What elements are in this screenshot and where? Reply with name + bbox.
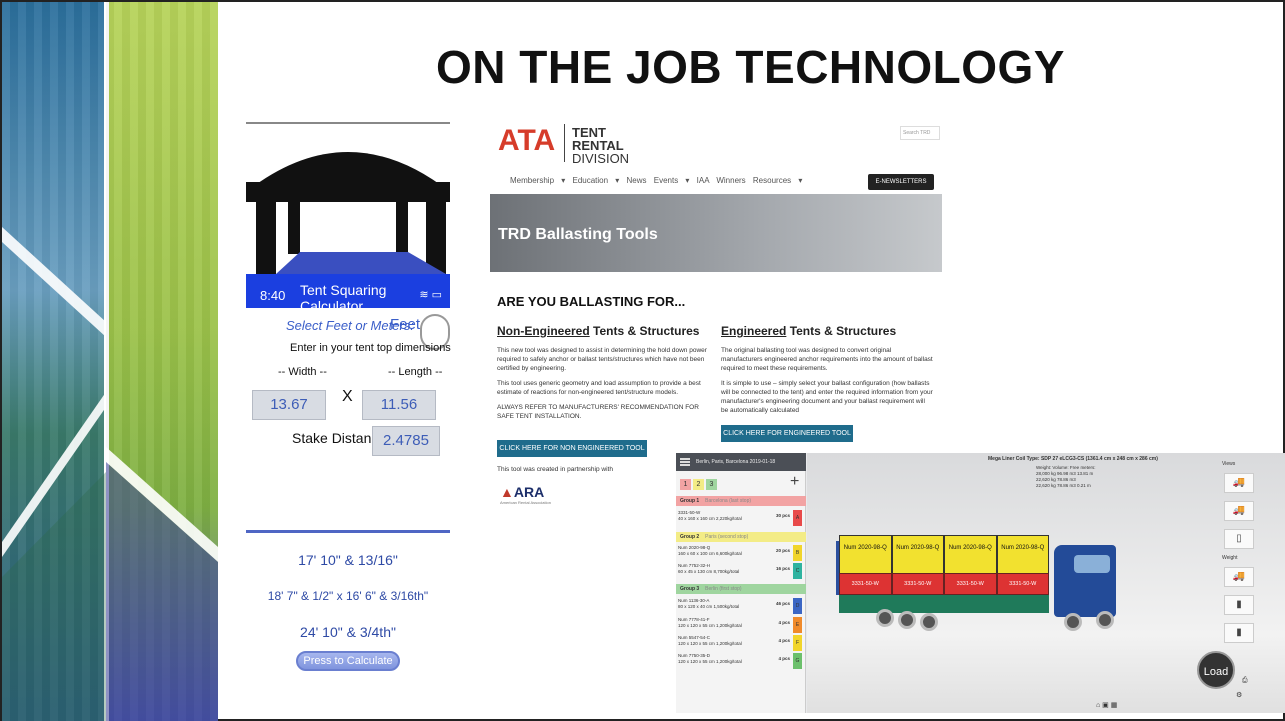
section-heading: Engineered Tents & Structures [721,324,897,338]
result-line: 24' 10" & 3/4th" [300,624,396,640]
list-item[interactable]: Num 5547-54-C 120 x 120 x 55 cm 1,200kg/t… [678,635,802,651]
times-symbol: X [342,388,353,405]
view-toolbar-icons[interactable]: ⌂ ▣ ▦ [1096,701,1117,709]
cargo-label: Num 2020-98-Q [996,535,1049,575]
paragraph: It is simple to use – simply select your… [721,380,933,414]
stake-distance-value: 2.4785 [372,426,440,456]
list-item[interactable]: Num 1136-30-A 80 x 120 x 40 cm 1,500kg/to… [678,598,802,614]
ballasting-question: ARE YOU BALLASTING FOR... [497,294,686,309]
wheel [1096,611,1114,629]
cargo-list-panel: Berlin, Paris, Barcelona 2019-01-18 1 2 … [676,453,806,713]
divider [246,530,450,533]
phone-status-bar: 8:40 Tent Squaring Calculator ≋ ▭ [246,274,450,314]
tent-icon [246,122,450,274]
list-item[interactable]: Num 2020-98-Q 160 x 60 x 100 cm 6,600kg/t… [678,545,802,561]
result-line: 18' 7" & 1/2" x 16' 6" & 3/16th" [267,589,429,603]
cargo-label: 3331-50-W [839,573,892,595]
instruction-text: Enter in your tent top dimensions [290,342,451,354]
list-item[interactable]: Num 7750-35-D 120 x 120 x 55 cm 1,200kg/t… [678,653,802,669]
cargo-label: 3331-50-W [996,573,1049,595]
group-header[interactable]: Group 3 Berlin (first stop) [676,584,806,594]
load-planner-app: Berlin, Paris, Barcelona 2019-01-18 1 2 … [676,453,1285,713]
ara-triangle-icon: ▲ [500,484,514,500]
cargo-label: 3331-50-W [944,573,997,595]
logo-divider [564,124,565,162]
settings-icon[interactable]: ⚙ [1236,691,1242,699]
partner-text: This tool was created in partnership wit… [497,466,613,473]
wheel [898,611,916,629]
group-header[interactable]: Group 2 Paris (second stop) [676,532,806,542]
cargo-label: 3331-50-W [891,573,944,595]
calculate-button[interactable]: Press to Calculate [296,651,400,671]
width-input[interactable]: 13.67 [252,390,326,420]
engineered-section: Engineered Tents & Structures The origin… [721,324,933,421]
list-item[interactable]: Num 7752-32-H 60 x 45 x 130 cm 8,700kg/to… [678,563,802,579]
list-item[interactable]: 3331-50-W 40 x 160 x 160 cm 2,220kg/total… [678,510,802,526]
list-item[interactable]: Num 7778-41-F 120 x 120 x 55 cm 1,200kg/t… [678,617,802,633]
hero-title: TRD Ballasting Tools [498,226,658,243]
add-icon[interactable]: + [790,473,799,491]
views-label: Views [1222,461,1236,467]
search-input[interactable]: Search TRD [900,126,940,140]
truck-side-view-icon[interactable]: 🚚 [1224,501,1254,521]
cargo-label: Num 2020-98-Q [891,535,944,575]
cargo-label: Num 2020-98-Q [839,535,892,575]
clock: 8:40 [260,288,286,303]
menu-icon[interactable] [680,458,690,466]
tent-squaring-calculator: 8:40 Tent Squaring Calculator ≋ ▭ Select… [246,122,451,682]
tab-2[interactable]: 2 [693,479,704,490]
truck-cab [1054,545,1116,617]
windshield [1074,555,1110,573]
load-stats: Weight: Volume: Free meters: 28,000 kg 9… [1036,465,1096,488]
wheel [1064,613,1082,631]
weight-truck-icon[interactable]: 🚚 [1224,567,1254,587]
unit-value: Feet [390,316,421,333]
wheel [876,609,894,627]
non-engineered-tool-button[interactable]: CLICK HERE FOR NON ENGINEERED TOOL [497,440,647,457]
ata-logo-text: ATA [498,124,556,157]
cargo-label: Num 2020-98-Q [944,535,997,575]
print-icon[interactable]: ⎙ [1242,677,1248,685]
non-engineered-section: Non-Engineered Tents & Structures This n… [497,324,709,427]
decorative-photo-strip [2,2,218,721]
truck-view-icon[interactable]: 🚚 [1224,473,1254,493]
paragraph: The original ballasting tool was designe… [721,347,933,372]
ara-subtitle: American Rental Association [500,500,551,505]
axle-weight-icon[interactable]: ▮ [1224,595,1254,615]
slide: ON THE JOB TECHNOLOGY 8:40 Tent Squaring… [0,0,1285,721]
result-line: 17' 10" & 13/16" [298,552,398,568]
cargo-row-green [839,595,1049,613]
cargo-row-yellow: Num 2020-98-Q Num 2020-98-Q Num 2020-98-… [839,535,1049,575]
weight-label: Weight [1222,555,1238,561]
paragraph: This tool uses generic geometry and load… [497,380,701,396]
cargo-row-red: 3331-50-W 3331-50-W 3331-50-W 3331-50-W [839,573,1049,595]
slide-title: ON THE JOB TECHNOLOGY [436,41,1065,93]
strip-diagonals [2,227,218,721]
wheel [920,613,938,631]
width-label: -- Width -- [278,366,327,378]
paragraph: ALWAYS REFER TO MANUFACTURERS' RECOMMEND… [497,404,699,420]
length-label: -- Length -- [388,366,443,378]
enewsletters-button[interactable]: E-NEWSLETTERS [868,174,934,190]
load-weight-icon[interactable]: ▮ [1224,623,1254,643]
ata-logo[interactable]: ATA [498,124,555,158]
paragraph: This new tool was designed to assist in … [497,347,707,372]
hero-banner: TRD Ballasting Tools [490,194,942,272]
division-line: DIVISION [572,151,630,166]
main-nav[interactable]: Membership ▾ Education ▾ News Events ▾ I… [510,176,802,185]
planner-header: Berlin, Paris, Barcelona 2019-01-18 [676,453,806,471]
tab-3[interactable]: 3 [706,479,717,490]
tab-1[interactable]: 1 [680,479,691,490]
truck-top-view-icon[interactable]: ▯ [1224,529,1254,549]
coil-type-title: Mega Liner Coil Type: SDP 27 eLCG3-CS (1… [988,456,1158,462]
length-input[interactable]: 11.56 [362,390,436,420]
section-heading: Non-Engineered Tents & Structures [497,324,700,338]
ara-logo[interactable]: ▲ARA [500,484,544,500]
wifi-battery-icon: ≋ ▭ [419,289,442,301]
group-header[interactable]: Group 1 Barcelona (last stop) [676,496,806,506]
header-text: Berlin, Paris, Barcelona 2019-01-18 [696,459,776,465]
engineered-tool-button[interactable]: CLICK HERE FOR ENGINEERED TOOL [721,425,853,442]
load-button[interactable]: Load [1197,651,1235,689]
